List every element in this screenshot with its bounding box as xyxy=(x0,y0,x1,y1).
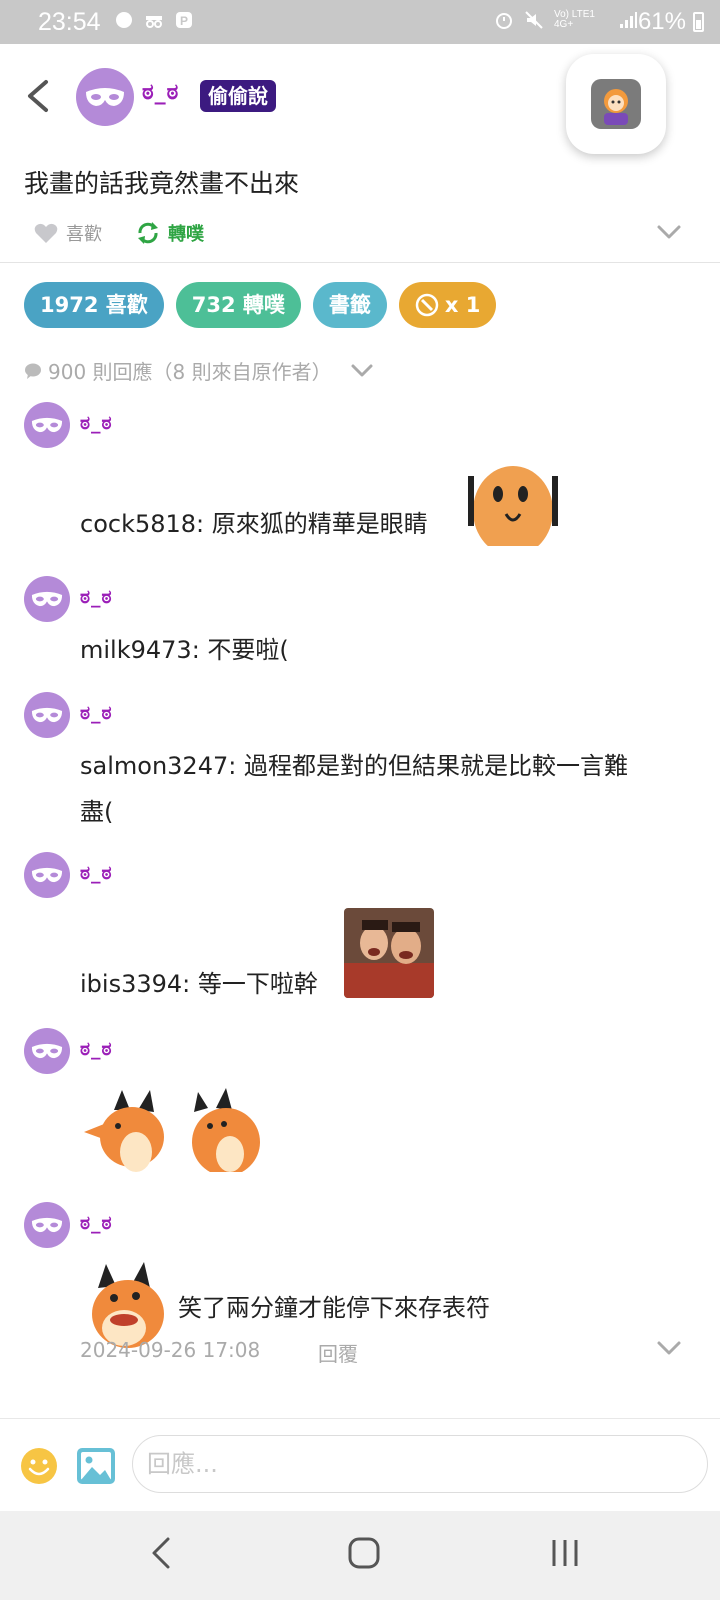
response-text: ibis3394: 等一下啦幹 xyxy=(80,970,318,998)
heart-icon xyxy=(34,223,58,243)
mask-icon xyxy=(31,1217,63,1233)
response-author[interactable]: ಠ_ಠ xyxy=(80,412,113,434)
system-nav-bar xyxy=(0,1511,720,1600)
replurk-button[interactable]: 轉噗 xyxy=(136,220,204,246)
response-text: cock5818: 原來狐的精華是眼睛 xyxy=(80,510,428,538)
notification-icon xyxy=(116,12,132,28)
reply-input[interactable] xyxy=(132,1435,708,1493)
battery-level: 61% xyxy=(637,8,686,35)
mask-icon xyxy=(86,88,124,106)
response-text: milk9473: 不要啦( xyxy=(80,636,289,664)
battery-icon xyxy=(693,12,704,32)
gift-pill[interactable]: x 1 xyxy=(398,282,497,328)
chevron-down-icon xyxy=(351,364,373,376)
anonymous-badge: 偷偷說 xyxy=(200,80,276,112)
alarm-icon xyxy=(496,13,512,29)
nav-home-button[interactable] xyxy=(348,1537,380,1569)
status-time: 23:54 xyxy=(38,8,101,36)
responses-count: 900 則回應（8 則來自原作者） xyxy=(48,360,332,384)
network-label: Vo) LTE1 4G+ xyxy=(554,9,595,30)
back-button[interactable] xyxy=(22,74,54,118)
fox-laughing-sticker-emote[interactable] xyxy=(84,1258,170,1348)
fox-sticker-emote[interactable] xyxy=(186,1082,270,1172)
divider xyxy=(0,262,720,263)
gift-count: x 1 xyxy=(444,293,481,317)
svg-text:P: P xyxy=(180,14,188,28)
replurks-count-pill[interactable]: 732 轉噗 xyxy=(175,282,301,328)
mute-icon xyxy=(525,11,543,29)
response-text-line1: salmon3247: 過程都是對的但結果就是比較一言難 xyxy=(80,752,628,780)
mask-icon xyxy=(31,707,63,723)
image-upload-button[interactable] xyxy=(76,1447,116,1485)
responses-header[interactable]: 900 則回應（8 則來自原作者） xyxy=(24,356,374,385)
signal-icon xyxy=(620,12,637,28)
replurk-label: 轉噗 xyxy=(168,224,204,245)
response-avatar[interactable] xyxy=(24,402,70,448)
comment-icon xyxy=(25,363,41,379)
chevron-down-icon[interactable] xyxy=(656,224,682,240)
coin-icon xyxy=(415,293,439,317)
laughing-photo-emote[interactable] xyxy=(344,908,434,998)
mask-icon xyxy=(31,591,63,607)
fox-sticker-emote[interactable] xyxy=(84,1082,168,1172)
chevron-down-icon[interactable] xyxy=(656,1340,682,1356)
nav-recent-apps-button[interactable] xyxy=(550,1537,580,1569)
mascot-icon xyxy=(591,79,641,129)
response-avatar[interactable] xyxy=(24,1028,70,1074)
author-name[interactable]: ಠ_ಠ xyxy=(142,80,179,105)
response-avatar[interactable] xyxy=(24,576,70,622)
post-content: 我畫的話我竟然畫不出來 xyxy=(24,169,300,198)
plurk-app-icon: P xyxy=(176,12,192,28)
response-author[interactable]: ಠ_ಠ xyxy=(80,586,113,608)
response-avatar[interactable] xyxy=(24,692,70,738)
mask-icon xyxy=(31,1043,63,1059)
replurk-icon xyxy=(138,222,158,244)
response-avatar[interactable] xyxy=(24,1202,70,1248)
nav-back-button[interactable] xyxy=(150,1535,174,1571)
mask-icon xyxy=(31,867,63,883)
response-author[interactable]: ಠ_ಠ xyxy=(80,702,113,724)
response-text: 笑了兩分鐘才能停下來存表符 xyxy=(178,1294,490,1322)
response-author[interactable]: ಠ_ಠ xyxy=(80,1038,113,1060)
shiba-sticker-emote[interactable] xyxy=(468,456,558,546)
like-label: 喜歡 xyxy=(66,224,102,245)
reply-bar xyxy=(0,1419,720,1511)
likes-count-pill[interactable]: 1972 喜歡 xyxy=(24,282,164,328)
floating-mascot-button[interactable] xyxy=(566,54,666,154)
incognito-icon xyxy=(146,16,162,28)
mask-icon xyxy=(31,417,63,433)
post-timestamp: 2024-09-26 17:08 xyxy=(80,1338,261,1362)
stats-bar: 1972 喜歡 732 轉噗 書籤 x 1 xyxy=(24,282,497,328)
reply-button[interactable]: 回覆 xyxy=(318,1338,358,1367)
response-text-line2: 盡( xyxy=(80,798,114,826)
status-bar: 23:54 P Vo) LTE1 4G+ 61% xyxy=(0,0,720,44)
bookmark-pill[interactable]: 書籤 xyxy=(312,282,387,328)
author-avatar[interactable] xyxy=(76,68,134,126)
response-author[interactable]: ಠ_ಠ xyxy=(80,1212,113,1234)
response-avatar[interactable] xyxy=(24,852,70,898)
emoji-button[interactable] xyxy=(20,1447,58,1485)
like-button[interactable]: 喜歡 xyxy=(34,220,102,246)
response-author[interactable]: ಠ_ಠ xyxy=(80,862,113,884)
